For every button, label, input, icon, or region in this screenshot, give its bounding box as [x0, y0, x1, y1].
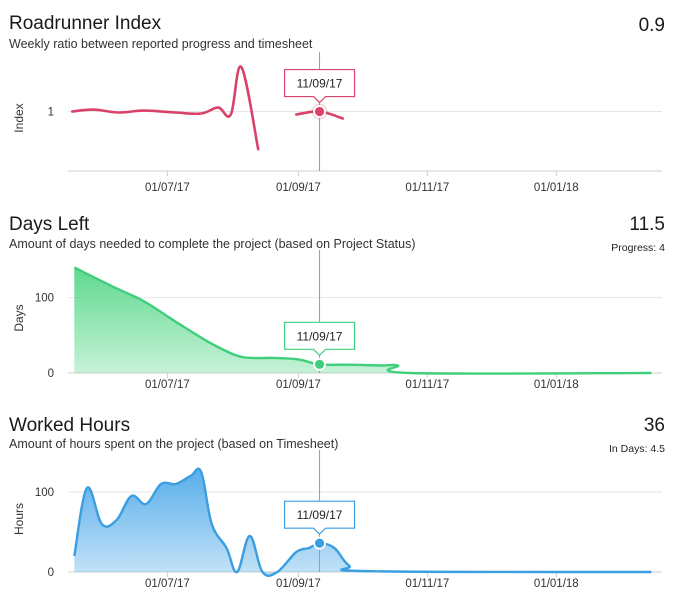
highlight-point: [313, 536, 326, 550]
y-axis-label: Hours: [12, 503, 26, 535]
tooltip-text: 11/09/17: [297, 508, 343, 522]
x-tick-label: 01/01/18: [534, 578, 579, 590]
x-tick-label: 01/09/17: [276, 578, 321, 590]
x-tick-label: 01/01/18: [534, 182, 579, 194]
tooltip: 11/09/17: [283, 321, 356, 357]
worked-hours-chart[interactable]: 0 100 01/07/17 01/09/17 01/11/17 01/01/18 Hour…: [0, 400, 675, 613]
y-axis-label: Days: [12, 304, 26, 331]
x-tick-label: 01/07/17: [145, 379, 190, 391]
x-tick-label: 01/11/17: [405, 578, 449, 590]
x-tick-label: 01/11/17: [405, 182, 449, 194]
tooltip: 11/09/17: [283, 68, 356, 104]
x-tick-label: 01/09/17: [276, 182, 321, 194]
y-axis-label: Index: [12, 103, 26, 132]
x-tick-label: 01/07/17: [145, 578, 190, 590]
x-tick-label: 01/11/17: [405, 379, 449, 391]
tooltip-text: 11/09/17: [297, 329, 343, 343]
index-chart[interactable]: 1 01/07/17 01/09/17 01/11/17 01/01/18 Index 11…: [0, 0, 675, 205]
x-tick-label: 01/07/17: [145, 182, 190, 194]
y-tick-label: 1: [48, 107, 54, 119]
y-tick-label: 100: [35, 293, 54, 305]
chart-panel-days-left: Days Left Amount of days needed to compl…: [0, 205, 675, 400]
x-tick-label: 01/01/18: [534, 379, 579, 391]
y-tick-label: 100: [35, 487, 54, 499]
highlight-point: [313, 105, 326, 118]
y-tick-label: 0: [48, 368, 54, 380]
series-area: [74, 267, 652, 374]
highlight-point: [313, 357, 326, 371]
y-tick-label: 0: [48, 567, 54, 579]
chart-panel-roadrunner-index: Roadrunner Index Weekly ratio between re…: [0, 0, 675, 205]
tooltip: 11/09/17: [283, 500, 356, 536]
chart-panel-worked-hours: Worked Hours Amount of hours spent on th…: [0, 400, 675, 613]
days-left-chart[interactable]: 010001/07/17 01/09/17 01/11/17 01/01/18Days…: [0, 205, 675, 400]
series-line: [70, 65, 260, 151]
x-tick-label: 01/09/17: [276, 379, 321, 391]
tooltip-text: 11/09/17: [297, 77, 343, 91]
